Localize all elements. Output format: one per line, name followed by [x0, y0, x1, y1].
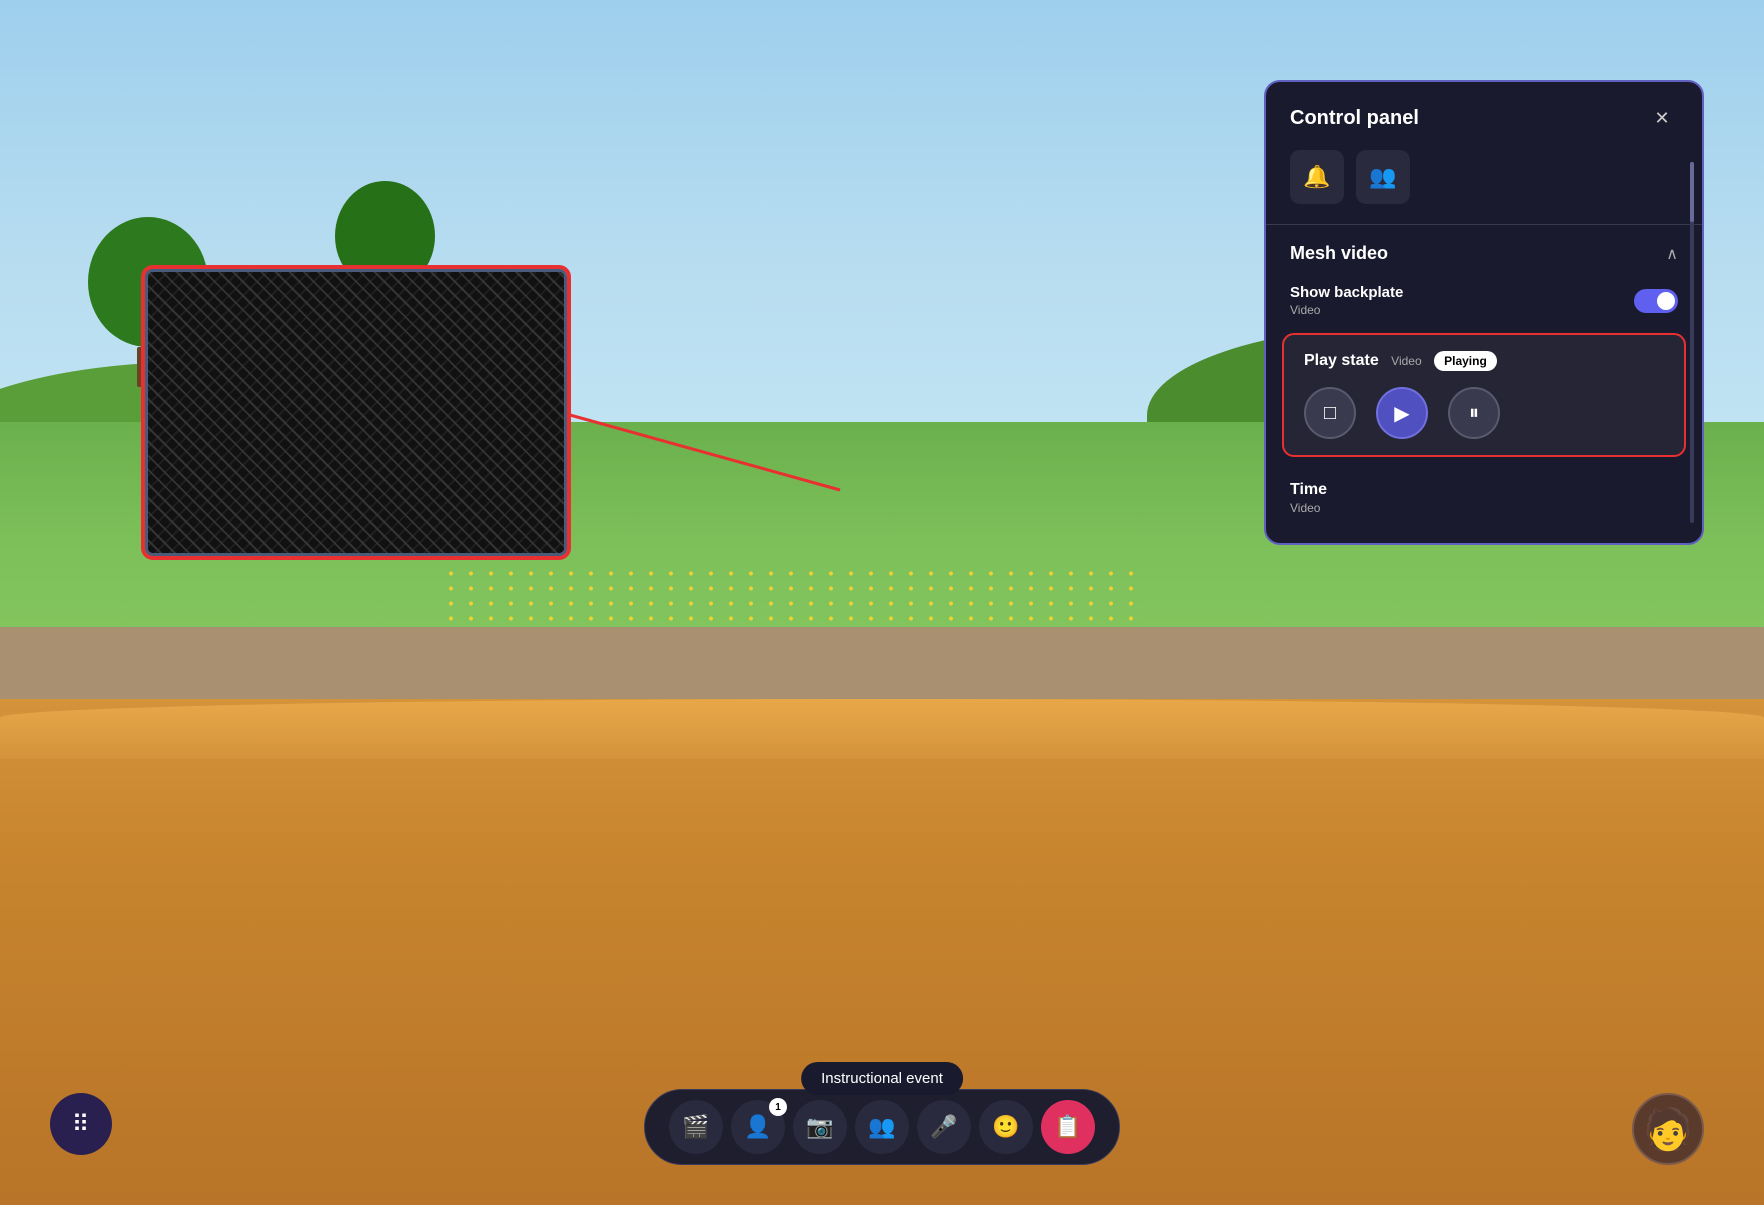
bell-icon: 🔔 — [1303, 164, 1330, 190]
time-sub: Video — [1290, 501, 1678, 515]
control-panel: Control panel ✕ 🔔 👥 Mesh video ∧ Show ba… — [1264, 80, 1704, 545]
people-settings-icon: 👥 — [1369, 164, 1396, 190]
scene-icon: 🎬 — [682, 1114, 709, 1140]
playing-badge: Playing — [1434, 351, 1497, 371]
show-backplate-info: Show backplate Video — [1290, 284, 1403, 317]
pause-icon: ⏸ — [1469, 402, 1479, 425]
grid-icon: ⠿ — [72, 1110, 91, 1139]
panel-icons-row: 🔔 👥 — [1266, 150, 1702, 224]
close-button[interactable]: ✕ — [1646, 102, 1678, 134]
bell-icon-button[interactable]: 🔔 — [1290, 150, 1344, 204]
show-backplate-sub: Video — [1290, 303, 1403, 317]
play-state-title: Play state — [1304, 352, 1379, 369]
flowers — [441, 566, 1147, 626]
panel-header: Control panel ✕ — [1266, 82, 1702, 150]
participants-icon: 👤 — [744, 1114, 771, 1140]
video-screen — [145, 269, 567, 556]
chevron-up-icon: ∧ — [1666, 244, 1678, 264]
show-backplate-row: Show backplate Video — [1266, 280, 1702, 333]
play-state-box: Play state Video Playing □ ▶ ⏸ — [1282, 333, 1686, 457]
share-button[interactable]: 📋 — [1041, 1100, 1095, 1154]
tooltip-text: Instructional event — [821, 1070, 943, 1087]
mesh-video-title: Mesh video — [1290, 243, 1388, 264]
emoji-icon: 🙂 — [992, 1114, 1019, 1140]
play-button[interactable]: ▶ — [1376, 387, 1428, 439]
people-button[interactable]: 👥 — [855, 1100, 909, 1154]
camera-button[interactable]: 📷 — [793, 1100, 847, 1154]
people-icon: 👥 — [868, 1114, 895, 1140]
stop-icon: □ — [1324, 402, 1336, 425]
time-label: Time — [1290, 481, 1678, 499]
time-section: Time Video — [1266, 473, 1702, 523]
camera-icon: 📷 — [806, 1114, 833, 1140]
play-controls: □ ▶ ⏸ — [1304, 387, 1664, 439]
share-icon: 📋 — [1054, 1114, 1081, 1140]
panel-scrollbar[interactable] — [1690, 162, 1694, 523]
panel-scrollbar-thumb — [1690, 162, 1694, 222]
floor-surface — [0, 699, 1764, 759]
instructional-event-tooltip: Instructional event — [801, 1062, 963, 1095]
show-backplate-label: Show backplate — [1290, 284, 1403, 301]
mic-icon: 🎤 — [930, 1114, 957, 1140]
mic-button[interactable]: 🎤 — [917, 1100, 971, 1154]
mesh-pattern — [148, 272, 564, 553]
video-screen-container — [141, 265, 571, 560]
participants-button[interactable]: 👤 1 — [731, 1100, 785, 1154]
stop-button[interactable]: □ — [1304, 387, 1356, 439]
grid-button[interactable]: ⠿ — [50, 1093, 112, 1155]
toolbar: 🎬 👤 1 📷 👥 🎤 🙂 📋 — [644, 1089, 1120, 1165]
avatar-button[interactable]: 🧑 — [1632, 1093, 1704, 1165]
scene-button[interactable]: 🎬 — [669, 1100, 723, 1154]
people-settings-button[interactable]: 👥 — [1356, 150, 1410, 204]
play-icon: ▶ — [1394, 401, 1409, 426]
emoji-button[interactable]: 🙂 — [979, 1100, 1033, 1154]
show-backplate-toggle[interactable] — [1634, 289, 1678, 313]
mesh-video-section-header[interactable]: Mesh video ∧ — [1266, 225, 1702, 280]
play-state-header: Play state Video Playing — [1304, 351, 1664, 371]
play-state-sub: Video — [1391, 354, 1421, 368]
pause-button[interactable]: ⏸ — [1448, 387, 1500, 439]
avatar-icon: 🧑 — [1643, 1106, 1693, 1153]
participants-badge: 1 — [769, 1098, 787, 1116]
panel-title: Control panel — [1290, 107, 1419, 130]
